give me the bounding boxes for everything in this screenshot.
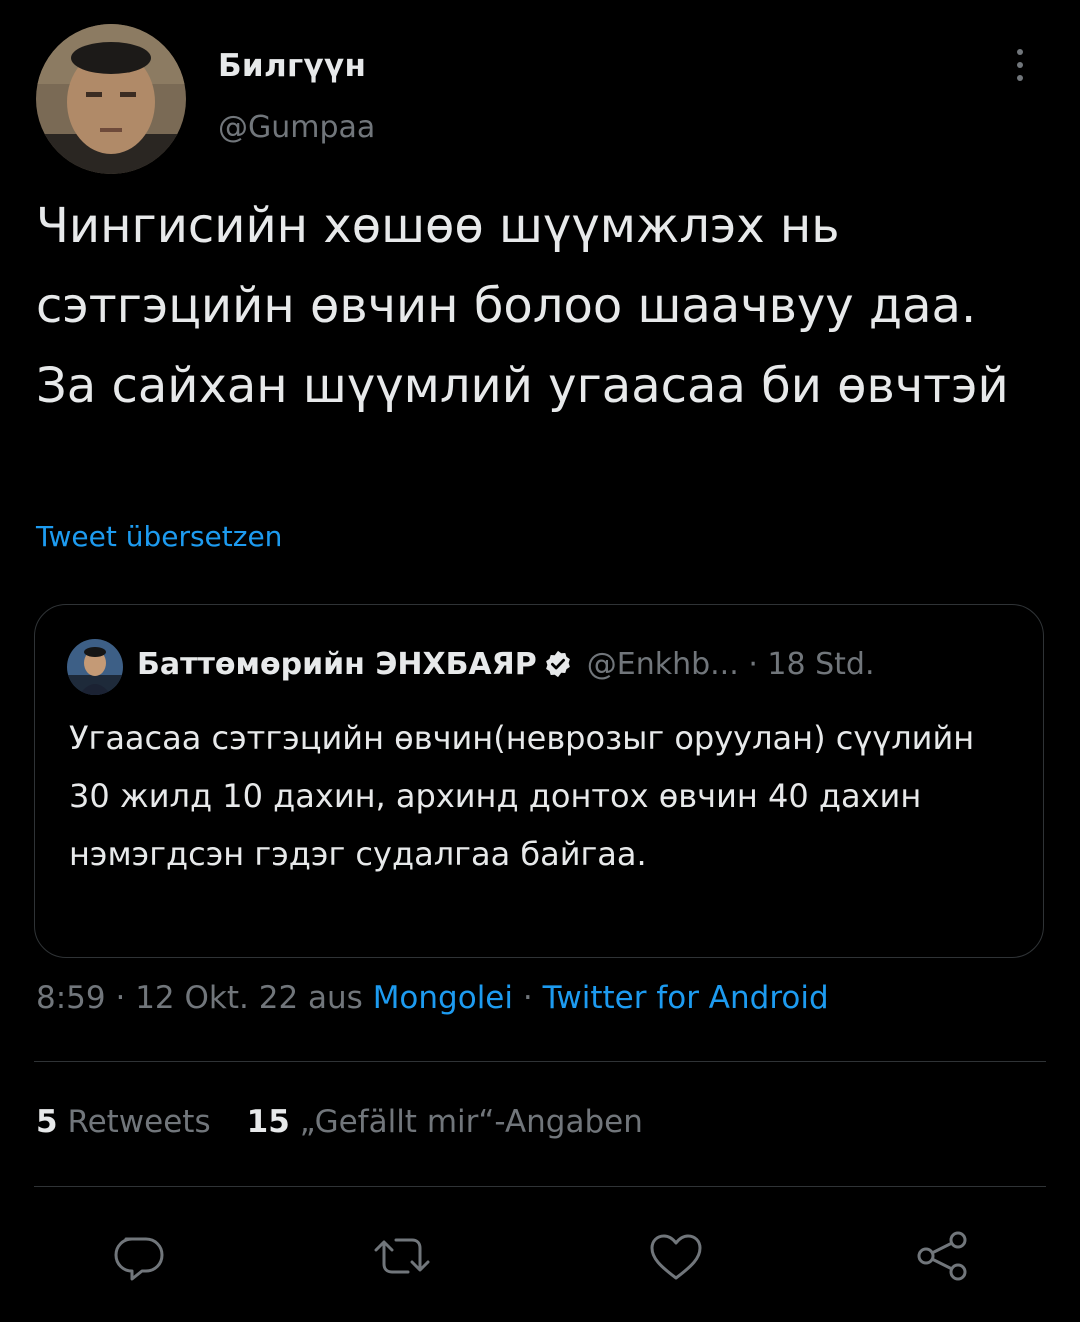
author-avatar[interactable] (36, 24, 186, 174)
retweets-stat[interactable]: 5 Retweets (36, 1104, 211, 1140)
share-icon (917, 1231, 967, 1281)
share-button[interactable] (910, 1224, 974, 1288)
retweet-icon (374, 1238, 430, 1274)
quoted-tweet-header: Баттөмөрийн ЭНХБАЯР @Enkhb... · 18 Std. (137, 645, 875, 685)
quoted-tweet-text: Угаасаа сэтгэцийн өвчин(неврозыг оруулан… (69, 719, 975, 873)
quoted-author-avatar (67, 639, 123, 695)
meta-separator: · (522, 980, 533, 1016)
author-display-name[interactable]: Билгүүн (218, 48, 366, 84)
reply-button[interactable] (104, 1224, 168, 1288)
divider (34, 1186, 1046, 1187)
retweets-count: 5 (36, 1104, 58, 1140)
tweet-time[interactable]: 8:59 (36, 980, 106, 1016)
from-label: aus (308, 980, 363, 1016)
author-handle[interactable]: @Gumpaa (218, 110, 375, 145)
likes-label: „Gefällt mir“-Angaben (299, 1104, 643, 1140)
like-button[interactable] (644, 1224, 708, 1288)
verified-badge-icon (543, 649, 573, 679)
tweet-meta: 8:59 · 12 Okt. 22 aus Mongolei · Twitter… (36, 980, 829, 1016)
location-link[interactable]: Mongolei (373, 980, 513, 1016)
quoted-tweet-card[interactable]: Баттөмөрийн ЭНХБАЯР @Enkhb... · 18 Std. У… (34, 604, 1044, 958)
likes-count: 15 (246, 1104, 290, 1140)
retweets-label: Retweets (67, 1104, 211, 1140)
reply-icon (114, 1237, 164, 1281)
translate-tweet-link[interactable]: Tweet übersetzen (36, 520, 282, 553)
client-link[interactable]: Twitter for Android (543, 980, 829, 1016)
likes-stat[interactable]: 15 „Gefällt mir“-Angaben (247, 1104, 643, 1140)
meta-separator: · (115, 980, 126, 1016)
tweet-date[interactable]: 12 Okt. 22 (135, 980, 298, 1016)
divider (34, 1061, 1046, 1062)
tweet-text: Чингисийн хөшөө шүүмжлэх нь сэтгэцийн өв… (36, 198, 1009, 414)
quoted-separator: · (748, 647, 758, 682)
tweet-stats: 5 Retweets 15 „Gefällt mir“-Angaben (36, 1104, 643, 1140)
like-icon (650, 1234, 702, 1280)
quoted-author-handle[interactable]: @Enkhb... (587, 647, 739, 682)
retweet-button[interactable] (370, 1224, 434, 1288)
quoted-author-name[interactable]: Баттөмөрийн ЭНХБАЯР (137, 647, 537, 682)
more-options-icon[interactable] (1008, 44, 1032, 88)
quoted-tweet-time[interactable]: 18 Std. (767, 647, 874, 682)
